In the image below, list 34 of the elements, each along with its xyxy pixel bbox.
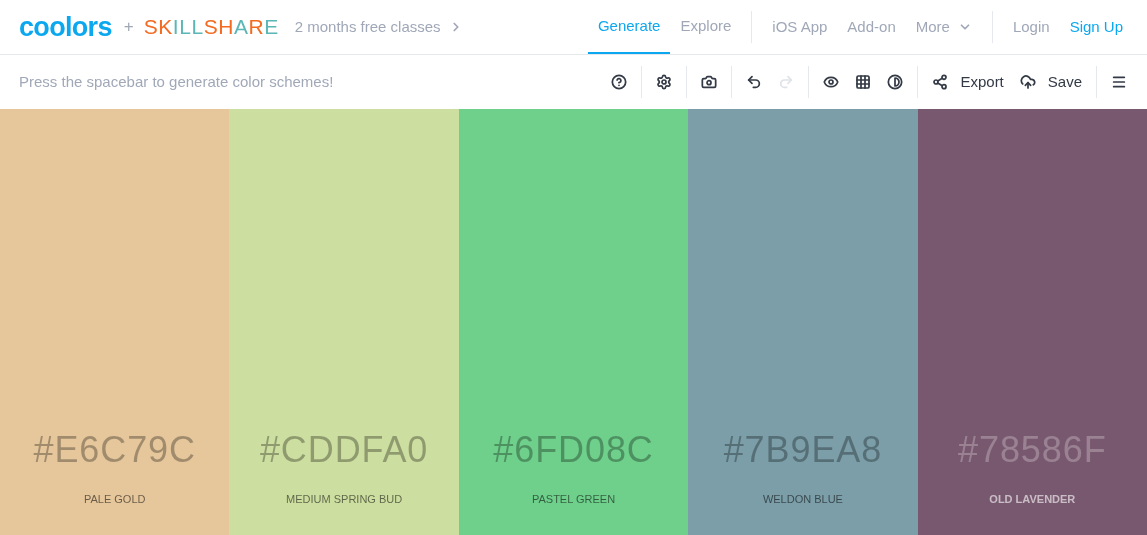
hex-code[interactable]: #E6C79C (33, 422, 196, 477)
more-dropdown[interactable]: More (905, 15, 982, 39)
color-name: OLD LAVENDER (989, 491, 1076, 507)
sign-up-link[interactable]: Sign Up (1059, 15, 1133, 39)
promo-link[interactable]: 2 months free classes (294, 15, 463, 39)
color-name: PALE GOLD (83, 491, 146, 507)
eye-icon (823, 74, 840, 90)
toolbar-button[interactable]: Export (926, 66, 1010, 98)
logo[interactable]: coolors (19, 13, 112, 41)
undo-icon (746, 74, 763, 90)
hex-code[interactable]: #CDDFA0 (259, 422, 429, 477)
toolbar-button[interactable]: Save (1013, 66, 1088, 98)
menu-icon (1111, 74, 1127, 90)
settings-icon (656, 74, 673, 90)
help-icon (611, 74, 628, 90)
nav-link[interactable]: iOS App (762, 15, 838, 39)
color-name: WELDON BLUE (762, 491, 843, 507)
nav-link[interactable]: Add-on (837, 15, 906, 39)
nav-tab[interactable]: Explore (670, 0, 742, 54)
plus-sign: + (123, 16, 134, 39)
cloud-upload-icon (1019, 74, 1036, 90)
contrast-icon (887, 74, 904, 90)
color-swatch[interactable]: #CDDFA0 MEDIUM SPRING BUD (229, 109, 459, 535)
color-swatch[interactable]: #E6C79C PALE GOLD (0, 109, 230, 535)
share-icon (932, 74, 949, 90)
login-link[interactable]: Login (1002, 15, 1060, 39)
nav-tab[interactable]: Generate (587, 0, 671, 54)
hint-text: Press the spacebar to generate color schemes! (19, 71, 334, 92)
grid-icon (855, 74, 872, 90)
partner-logo[interactable]: SKILLSHARE (143, 11, 279, 43)
color-name: PASTEL GREEN (531, 491, 616, 507)
redo-icon (778, 74, 795, 90)
color-name: MEDIUM SPRING BUD (286, 491, 403, 507)
camera-icon (701, 74, 718, 90)
